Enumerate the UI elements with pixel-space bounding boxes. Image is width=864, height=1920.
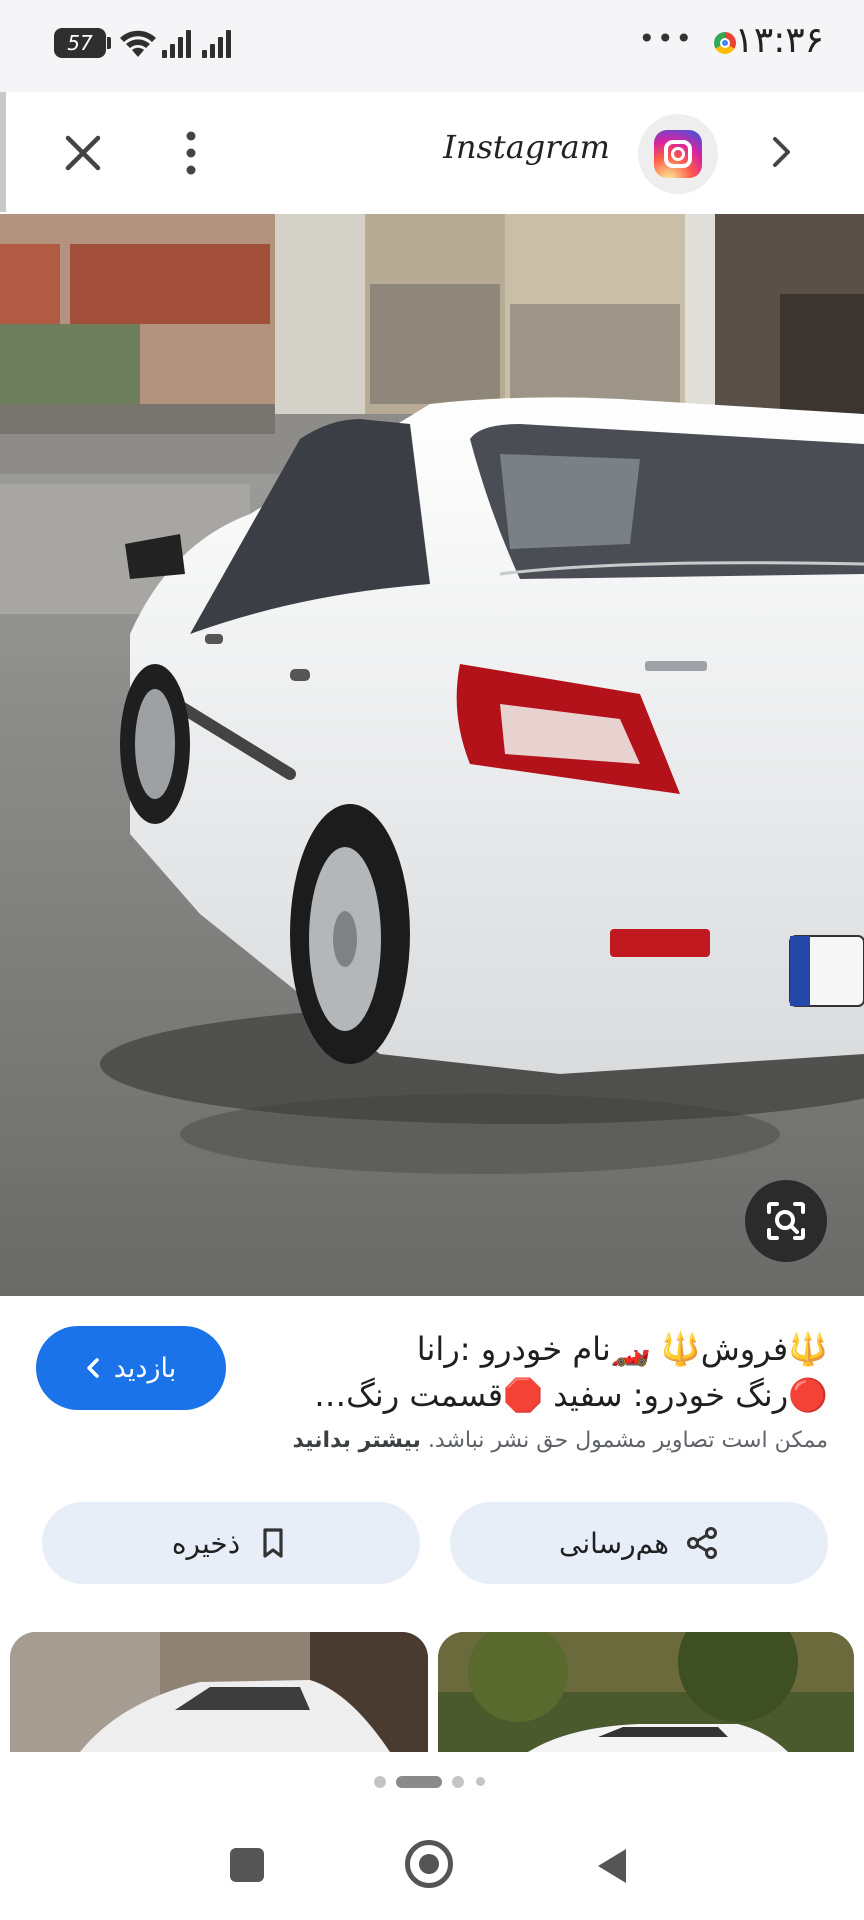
connectivity-icons bbox=[120, 30, 231, 58]
instagram-icon bbox=[654, 130, 702, 178]
recents-icon[interactable] bbox=[230, 1848, 264, 1882]
share-button[interactable]: هم‌رسانی bbox=[450, 1502, 828, 1584]
more-vert-icon[interactable] bbox=[176, 128, 206, 178]
copyright-notice: ممکن است تصاویر مشمول حق نشر نباشد. بیشت… bbox=[180, 1428, 828, 1453]
save-button[interactable]: ذخیره bbox=[42, 1502, 420, 1584]
page-dot-active bbox=[396, 1776, 442, 1788]
clock: ۱۳:۳۶ bbox=[734, 20, 824, 61]
related-car-photo bbox=[10, 1632, 428, 1752]
bookmark-icon bbox=[263, 1528, 283, 1558]
source-header bbox=[6, 92, 864, 214]
page-indicator bbox=[0, 1772, 864, 1790]
notification-overflow: ••• bbox=[638, 22, 694, 55]
source-favicon[interactable] bbox=[638, 114, 718, 194]
signal-icon bbox=[162, 30, 191, 58]
related-result-thumbnail[interactable] bbox=[438, 1632, 854, 1752]
chevron-right-icon[interactable] bbox=[764, 130, 798, 174]
result-caption-line-2[interactable]: 🔴رنگ خودرو: سفید 🛑قسمت رنگ… bbox=[258, 1372, 828, 1418]
page-dot bbox=[374, 1776, 386, 1788]
learn-more-link[interactable]: بیشتر بدانید bbox=[293, 1428, 421, 1453]
lens-search-button[interactable] bbox=[745, 1180, 827, 1262]
signal-icon bbox=[202, 30, 231, 58]
close-icon[interactable] bbox=[60, 130, 106, 176]
lens-search-icon bbox=[767, 1202, 805, 1240]
share-icon bbox=[687, 1527, 718, 1559]
status-bar: 57 ••• ۱۳:۳۶ bbox=[0, 0, 864, 92]
wifi-icon bbox=[120, 30, 156, 57]
share-label: هم‌رسانی bbox=[558, 1526, 670, 1560]
battery-icon: 57 bbox=[54, 28, 111, 58]
battery-level: 57 bbox=[67, 31, 93, 55]
related-car-photo bbox=[438, 1632, 854, 1752]
car-photo bbox=[0, 214, 864, 1296]
source-title[interactable]: Instagram bbox=[443, 128, 610, 166]
page-dot bbox=[476, 1777, 485, 1786]
visit-button[interactable]: بازدید bbox=[36, 1326, 226, 1410]
copyright-text: ممکن است تصاویر مشمول حق نشر نباشد. bbox=[427, 1428, 828, 1453]
result-caption-line-1[interactable]: 🔱فروش🔱 🏎️نام خودرو :رانا bbox=[258, 1326, 828, 1372]
home-icon[interactable] bbox=[405, 1840, 453, 1888]
result-image[interactable] bbox=[0, 214, 864, 1296]
related-result-thumbnail[interactable] bbox=[10, 1632, 428, 1752]
chrome-icon bbox=[714, 32, 736, 54]
chevron-left-icon bbox=[87, 1358, 99, 1378]
back-icon[interactable] bbox=[594, 1846, 630, 1886]
save-label: ذخیره bbox=[171, 1526, 241, 1560]
page-dot bbox=[452, 1776, 464, 1788]
visit-label: بازدید bbox=[113, 1352, 177, 1384]
